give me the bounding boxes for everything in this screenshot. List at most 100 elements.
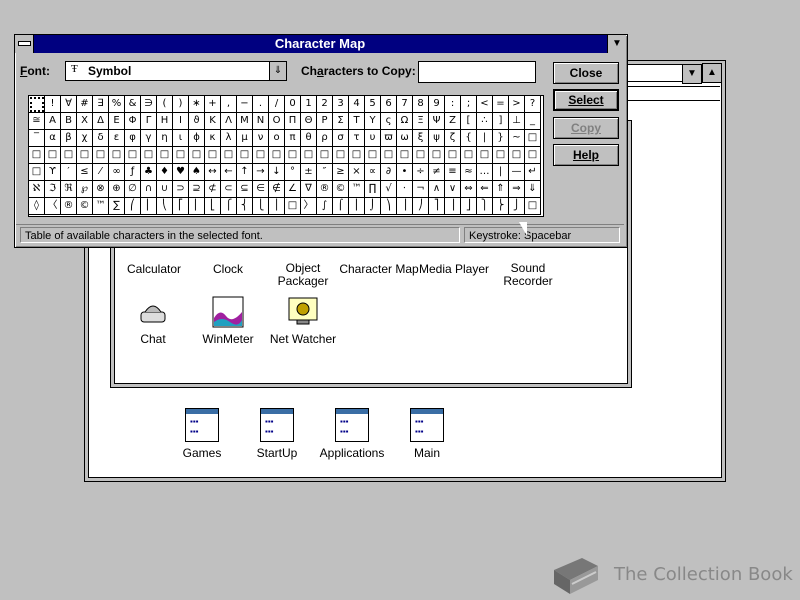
character-cell[interactable]: ∪ — [157, 181, 173, 198]
character-cell[interactable]: } — [493, 130, 509, 147]
group-games[interactable]: ▪▪▪ ▪▪▪ Games — [162, 408, 242, 460]
character-cell[interactable]: ⊥ — [509, 113, 525, 130]
character-cell[interactable]: ∧ — [429, 181, 445, 198]
character-cell[interactable]: 4 — [349, 96, 365, 113]
character-cell[interactable]: □ — [77, 147, 93, 164]
winmeter-item[interactable]: WinMeter — [188, 296, 268, 346]
character-cell[interactable]: Τ — [349, 113, 365, 130]
character-cell[interactable]: ∈ — [253, 181, 269, 198]
character-cell[interactable]: ⎨ — [237, 198, 253, 215]
character-cell[interactable]: □ — [237, 147, 253, 164]
character-cell[interactable]: ¬ — [413, 181, 429, 198]
character-cell[interactable]: ; — [461, 96, 477, 113]
character-cell[interactable]: □ — [429, 147, 445, 164]
group-startup[interactable]: ▪▪▪ ▪▪▪ StartUp — [237, 408, 317, 460]
character-cell[interactable]: ∅ — [125, 181, 141, 198]
character-cell[interactable]: ∏ — [365, 181, 381, 198]
character-cell[interactable]: ⌠ — [333, 198, 349, 215]
character-cell[interactable]: Ν — [253, 113, 269, 130]
character-cell[interactable]: ψ — [429, 130, 445, 147]
character-cell[interactable]: □ — [205, 147, 221, 164]
character-cell[interactable]: ∃ — [93, 96, 109, 113]
character-cell[interactable]: □ — [301, 147, 317, 164]
chevron-down-icon[interactable]: ⇓ — [269, 62, 286, 80]
character-cell[interactable]: ⎦ — [461, 198, 477, 215]
character-cell[interactable]: ≅ — [29, 113, 45, 130]
character-cell[interactable]: □ — [173, 147, 189, 164]
character-grid[interactable]: ! ∀ # ∃% & ∋() ∗ +, −./0 1 2 3 4 5 6 7 8 9:; < = >? ≅ Α Β Χ Δ Ε Φ Γ Η… — [28, 95, 544, 217]
character-cell[interactable]: □ — [285, 147, 301, 164]
character-cell[interactable]: τ — [349, 130, 365, 147]
character-cell[interactable]: Λ — [221, 113, 237, 130]
character-cell[interactable]: ⎮ — [349, 198, 365, 215]
character-cell[interactable]: ⎫ — [477, 198, 493, 215]
character-cell[interactable]: ™ — [349, 181, 365, 198]
character-cell[interactable]: ∝ — [365, 164, 381, 181]
character-cell[interactable]: χ — [77, 130, 93, 147]
character-cell[interactable]: ← — [221, 164, 237, 181]
character-cell[interactable]: ℜ — [61, 181, 77, 198]
character-cell[interactable]: □ — [93, 147, 109, 164]
character-cell[interactable]: ⎧ — [221, 198, 237, 215]
character-cell[interactable]: ÷ — [413, 164, 429, 181]
character-cell[interactable]: ∩ — [141, 181, 157, 198]
character-cell[interactable]: □ — [109, 147, 125, 164]
character-cell[interactable]: Α — [45, 113, 61, 130]
minimize-icon[interactable]: ▼ — [607, 35, 626, 53]
character-cell[interactable]: Σ — [333, 113, 349, 130]
close-button[interactable]: Close — [553, 62, 619, 84]
character-cell[interactable]: ⇑ — [493, 181, 509, 198]
character-cell[interactable]: ϑ — [189, 113, 205, 130]
character-cell[interactable]: ∞ — [109, 164, 125, 181]
character-cell[interactable]: ς — [381, 113, 397, 130]
character-cell[interactable]: ⎣ — [205, 198, 221, 215]
character-cell[interactable]: Η — [157, 113, 173, 130]
character-cell[interactable]: θ — [301, 130, 317, 147]
chevron-down-icon[interactable]: ▼ — [682, 64, 702, 84]
character-cell[interactable]: α — [45, 130, 61, 147]
character-cell[interactable]: ξ — [413, 130, 429, 147]
character-cell[interactable]: 〉 — [301, 198, 317, 215]
character-cell[interactable]: ⌡ — [365, 198, 381, 215]
character-cell[interactable]: ⇓ — [525, 181, 541, 198]
character-cell[interactable]: ∉ — [269, 181, 285, 198]
character-cell[interactable]: ⊗ — [93, 181, 109, 198]
character-cell[interactable]: □ — [413, 147, 429, 164]
character-cell[interactable]: : — [445, 96, 461, 113]
character-cell[interactable]: Δ — [93, 113, 109, 130]
character-cell[interactable]: Π — [285, 113, 301, 130]
characters-to-copy-input[interactable] — [418, 61, 536, 83]
character-cell[interactable]: ƒ — [125, 164, 141, 181]
character-cell[interactable]: ↵ — [525, 164, 541, 181]
character-cell[interactable]: × — [349, 164, 365, 181]
chat-item[interactable]: Chat — [113, 296, 193, 346]
character-cell[interactable]: ⋅ — [397, 181, 413, 198]
character-cell[interactable]: ≤ — [77, 164, 93, 181]
character-cell[interactable]: — — [509, 164, 525, 181]
character-cell[interactable]: □ — [509, 147, 525, 164]
character-cell[interactable]: ∫ — [317, 198, 333, 215]
character-cell[interactable]: 0 — [285, 96, 301, 113]
character-cell[interactable]: 9 — [429, 96, 445, 113]
character-cell[interactable]: □ — [269, 147, 285, 164]
character-cell[interactable]: Ζ — [445, 113, 461, 130]
character-cell[interactable]: μ — [237, 130, 253, 147]
net-watcher-item[interactable]: Net Watcher — [263, 296, 343, 346]
character-cell[interactable]: κ — [205, 130, 221, 147]
character-cell[interactable]: □ — [285, 198, 301, 215]
character-cell[interactable]: □ — [525, 147, 541, 164]
character-cell[interactable]: □ — [61, 147, 77, 164]
character-cell[interactable]: υ — [365, 130, 381, 147]
character-cell[interactable]: ( — [157, 96, 173, 113]
character-cell[interactable]: ⎥ — [445, 198, 461, 215]
character-cell[interactable]: □ — [397, 147, 413, 164]
character-cell[interactable]: ρ — [317, 130, 333, 147]
character-cell[interactable]: ⎛ — [125, 198, 141, 215]
system-menu-icon[interactable] — [15, 35, 34, 53]
character-cell[interactable]: { — [461, 130, 477, 147]
group-applications[interactable]: ▪▪▪ ▪▪▪ Applications — [312, 408, 392, 460]
character-cell[interactable]: ⎭ — [509, 198, 525, 215]
character-cell[interactable]: © — [333, 181, 349, 198]
character-cell[interactable]: … — [477, 164, 493, 181]
character-cell[interactable]: □ — [461, 147, 477, 164]
